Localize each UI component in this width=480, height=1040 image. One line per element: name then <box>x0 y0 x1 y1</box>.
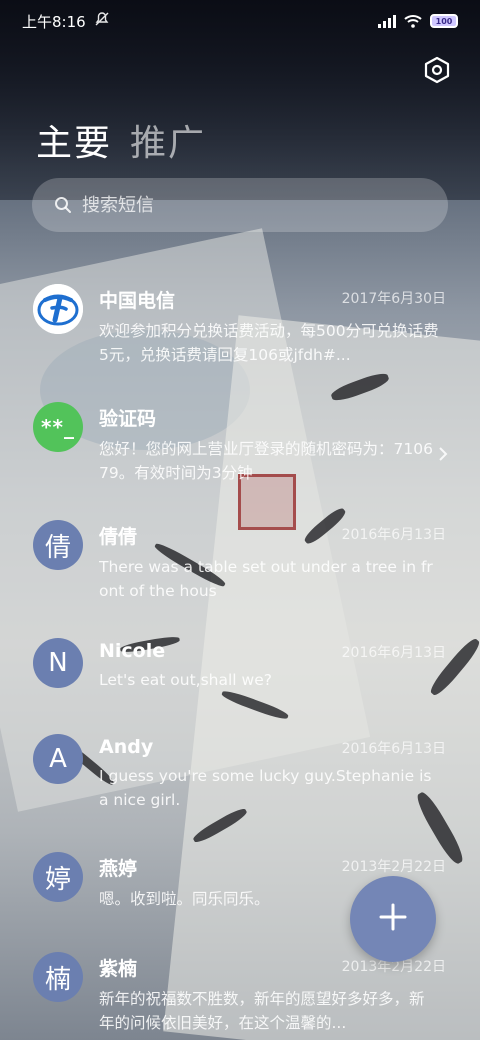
china-telecom-logo-icon <box>33 284 83 334</box>
mute-icon <box>94 11 110 31</box>
message-preview: 欢迎参加积分兑换话费活动，每500分可兑换话费5元，兑换话费请回复106或jfd… <box>99 322 439 364</box>
message-date: 2016年6月13日 <box>341 741 446 757</box>
plus-icon <box>378 902 408 936</box>
signal-icon <box>378 14 396 28</box>
contact-avatar: N <box>33 638 83 688</box>
contact-avatar: 婷 <box>33 852 83 902</box>
contact-avatar: A <box>33 734 83 784</box>
search-icon <box>54 196 72 214</box>
message-date: 2013年2月22日 <box>341 859 446 875</box>
contact-avatar: 倩 <box>33 520 83 570</box>
tab-main[interactable]: 主要 <box>36 114 112 166</box>
message-preview: There was a table set out under a tree i… <box>99 558 433 600</box>
battery-icon: 100 <box>430 14 458 28</box>
message-preview: 您好！您的网上营业厅登录的随机密码为：710679。有效时间为3分钟 <box>99 440 433 482</box>
message-date: 2016年6月13日 <box>341 527 446 543</box>
message-preview: I guess you're some lucky guy.Stephanie … <box>99 767 432 809</box>
message-date: 2017年6月30日 <box>341 291 446 307</box>
contact-avatar: **_ <box>33 402 83 452</box>
message-preview: Let's eat out,shall we? <box>99 671 272 689</box>
status-bar: 上午8:16 100 <box>0 0 480 42</box>
conversation-item[interactable]: N Nicole Let's eat out,shall we? 2016年6月… <box>0 626 480 722</box>
tab-promotions[interactable]: 推广 <box>130 114 206 166</box>
conversation-item[interactable]: 倩 倩倩 There was a table set out under a t… <box>0 508 480 626</box>
message-preview: 新年的祝福数不胜数，新年的愿望好多好多，新年的问候依旧美好，在这个温馨的... <box>99 990 425 1032</box>
settings-hex-icon[interactable] <box>424 56 450 84</box>
conversation-item[interactable]: A Andy I guess you're some lucky guy.Ste… <box>0 722 480 840</box>
search-input[interactable] <box>82 194 382 216</box>
battery-level: 100 <box>435 16 453 26</box>
chevron-right-icon <box>438 446 448 462</box>
contact-name: 验证码 <box>99 408 157 430</box>
new-message-button[interactable] <box>350 876 436 962</box>
search-bar[interactable] <box>32 178 448 232</box>
status-time: 上午8:16 <box>22 12 86 31</box>
message-date: 2016年6月13日 <box>341 645 446 661</box>
conversation-item[interactable]: 中国电信 欢迎参加积分兑换话费活动，每500分可兑换话费5元，兑换话费请回复10… <box>0 272 480 390</box>
contact-avatar: 楠 <box>33 952 83 1002</box>
conversation-item[interactable]: **_ 验证码 您好！您的网上营业厅登录的随机密码为：710679。有效时间为3… <box>0 390 480 508</box>
wifi-icon <box>404 14 422 28</box>
tab-bar: 主要 推广 <box>36 114 206 166</box>
